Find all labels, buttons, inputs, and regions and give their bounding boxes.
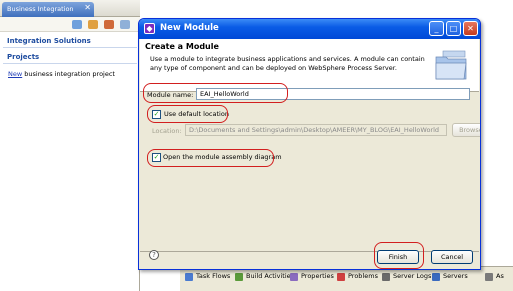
use-default-location-checkbox[interactable]: ✓ [152,110,161,119]
minimize-button[interactable]: _ [429,21,444,36]
tab-label: Business Integration [7,5,74,13]
problems-icon [337,273,345,281]
location-label: Location: [152,127,182,135]
browse-button[interactable]: Browse... [452,123,480,137]
tab-label: Servers [443,272,468,280]
button-bar-separator [140,251,479,252]
tab-label: Server Logs [393,272,432,280]
wizard-app-icon: ◆ [144,23,155,34]
help-icon[interactable]: ? [149,250,159,260]
close-button[interactable]: ✕ [463,21,478,36]
assembly-icon [485,273,493,281]
tab-assembly[interactable]: As [485,272,504,285]
tab-problems[interactable]: Problems [337,272,378,285]
build-activities-icon [235,273,243,281]
section-projects[interactable]: Projects [7,53,39,61]
dialog-titlebar[interactable]: ◆ New Module _ □ ✕ [139,19,480,39]
tab-server-logs[interactable]: Server Logs [382,272,431,285]
tab-label: Build Activitie [246,272,291,280]
new-link[interactable]: New [8,70,22,78]
section-divider [3,63,137,64]
location-field[interactable]: D:\Documents and Settings\admin\Desktop\… [185,124,447,136]
business-integration-view: Business Integration ✕ Integration Solut… [0,0,140,291]
new-link-text: business integration project [22,70,115,78]
tab-task-flows[interactable]: Task Flows [185,272,230,285]
tab-label: As [496,272,504,280]
page-description: Use a module to integrate business appli… [150,55,425,72]
view-toolbar [0,17,140,32]
new-module-dialog: ◆ New Module _ □ ✕ Create a Module Use a… [138,18,481,270]
dialog-title: New Module [160,23,219,33]
tab-properties[interactable]: Properties [290,272,334,285]
use-default-location-label: Use default location [164,110,229,118]
cancel-button[interactable]: Cancel [431,250,473,264]
task-flows-icon [185,273,193,281]
finish-button[interactable]: Finish [377,250,419,264]
tab-build-activities[interactable]: Build Activitie [235,272,291,285]
tab-close-icon[interactable]: ✕ [84,3,91,12]
server-logs-icon [382,273,390,281]
maximize-button[interactable]: □ [446,21,461,36]
view-tab-bar: Business Integration ✕ [0,0,140,17]
open-assembly-diagram-label: Open the module assembly diagram [163,153,282,161]
folder-icon [435,50,467,80]
tab-label: Problems [348,272,378,280]
servers-icon [432,273,440,281]
toolbar-filter-icon[interactable] [88,20,98,29]
properties-icon [290,273,298,281]
toolbar-new-icon[interactable] [72,20,82,29]
toolbar-grid-icon[interactable] [104,20,114,29]
tab-servers[interactable]: Servers [432,272,468,285]
section-integration-solutions[interactable]: Integration Solutions [7,37,91,45]
open-assembly-diagram-checkbox[interactable]: ✓ [152,153,161,162]
tab-label: Task Flows [196,272,231,280]
module-name-label: Module name: [147,91,194,99]
wizard-header: Create a Module Use a module to integrat… [140,39,479,92]
page-title: Create a Module [145,42,219,51]
toolbar-link-icon[interactable] [120,20,130,29]
tab-label: Properties [301,272,334,280]
tab-business-integration[interactable]: Business Integration ✕ [2,2,94,17]
section-divider [3,47,137,48]
module-name-field[interactable]: EAI_HelloWorld [196,88,470,100]
new-project-link-row: New business integration project [8,70,115,78]
